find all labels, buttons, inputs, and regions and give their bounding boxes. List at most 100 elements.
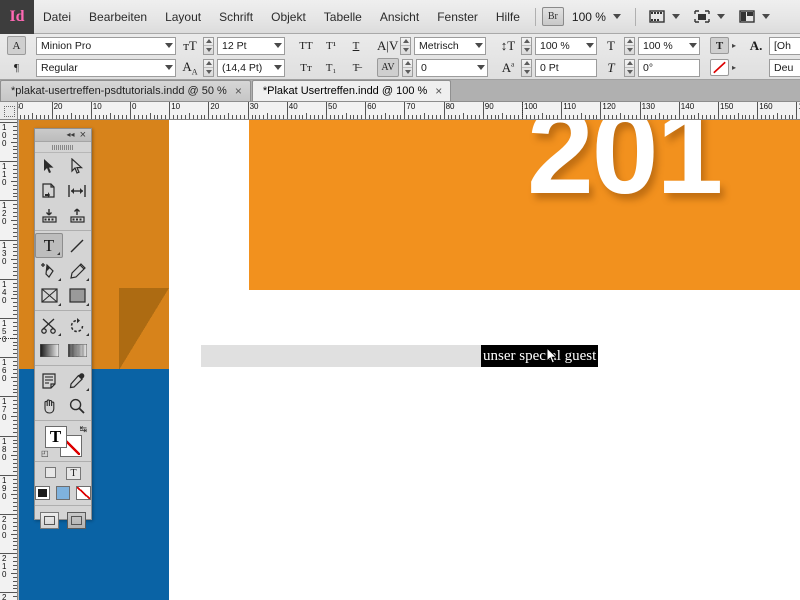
- close-icon[interactable]: ×: [435, 85, 442, 97]
- vertical-scale-input[interactable]: 100 %: [535, 37, 597, 55]
- apply-to-text-icon[interactable]: T: [66, 467, 81, 480]
- strikethrough-button[interactable]: T̶: [345, 58, 367, 77]
- leading-stepper[interactable]: [203, 59, 214, 77]
- subscript-button[interactable]: T₁: [320, 58, 342, 77]
- scissors-tool[interactable]: [35, 313, 63, 338]
- selection-tool[interactable]: [35, 153, 63, 178]
- chevron-down-icon[interactable]: [762, 14, 770, 19]
- chevron-down-icon[interactable]: [477, 65, 485, 70]
- close-icon[interactable]: ×: [235, 85, 242, 97]
- font-size-input[interactable]: 12 Pt: [217, 37, 285, 55]
- fill-stroke-swatches[interactable]: T ↹ ◰: [35, 423, 91, 459]
- font-size-stepper[interactable]: [203, 37, 214, 55]
- preview-mode-icon[interactable]: [67, 512, 86, 529]
- chevron-down-icon[interactable]: [274, 65, 282, 70]
- gradient-fill-icon[interactable]: [56, 486, 71, 500]
- horizontal-scale-stepper[interactable]: [624, 37, 635, 55]
- chevron-down-icon[interactable]: [274, 43, 282, 48]
- gradient-swatch-tool[interactable]: [35, 338, 63, 363]
- frame-tool[interactable]: [35, 283, 63, 308]
- zoom-tool[interactable]: [63, 393, 91, 418]
- hand-tool[interactable]: [35, 393, 63, 418]
- menu-tabelle[interactable]: Tabelle: [315, 0, 371, 34]
- tool-flyout-indicator[interactable]: [58, 333, 61, 336]
- font-style-select[interactable]: Regular: [36, 59, 176, 77]
- close-icon[interactable]: ×: [80, 130, 86, 141]
- tool-flyout-indicator[interactable]: [86, 303, 89, 306]
- menu-objekt[interactable]: Objekt: [262, 0, 315, 34]
- menu-layout[interactable]: Layout: [156, 0, 210, 34]
- bridge-button[interactable]: Br: [542, 7, 564, 26]
- tool-flyout-indicator[interactable]: [58, 278, 61, 281]
- eyedropper-tool[interactable]: [63, 368, 91, 393]
- chevron-right-icon[interactable]: ▸: [732, 63, 736, 72]
- skew-stepper[interactable]: [624, 59, 635, 77]
- screen-mode-button[interactable]: [642, 9, 687, 25]
- content-collector-tool[interactable]: [35, 203, 63, 228]
- document-tab-1[interactable]: *plakat-usertreffen-psdtutorials.indd @ …: [0, 80, 251, 101]
- stroke-color-swatch[interactable]: [710, 59, 729, 76]
- page-tool[interactable]: [35, 178, 63, 203]
- selected-text-run[interactable]: unser special guest: [481, 345, 598, 367]
- superscript-button[interactable]: T¹: [320, 36, 342, 55]
- document-tab-2[interactable]: *Plakat Usertreffen.indd @ 100 % ×: [252, 80, 451, 101]
- artwork-year-text[interactable]: 201: [527, 120, 721, 212]
- color-fill-icon[interactable]: [35, 486, 50, 500]
- chevron-right-icon[interactable]: ▸: [732, 41, 736, 50]
- normal-view-mode-icon[interactable]: [40, 512, 59, 529]
- character-formatting-button[interactable]: A: [7, 36, 26, 55]
- kerning-stepper[interactable]: [400, 37, 411, 55]
- apply-to-container-icon[interactable]: [45, 467, 56, 478]
- gradient-feather-tool[interactable]: [63, 338, 91, 363]
- menu-bearbeiten[interactable]: Bearbeiten: [80, 0, 156, 34]
- ruler-origin-button[interactable]: [0, 102, 18, 120]
- pencil-tool[interactable]: [63, 258, 91, 283]
- note-tool[interactable]: [35, 368, 63, 393]
- default-fill-stroke-icon[interactable]: ◰: [41, 449, 49, 458]
- small-caps-button[interactable]: Tт: [295, 58, 317, 77]
- free-transform-tool[interactable]: [63, 313, 91, 338]
- menu-datei[interactable]: Datei: [34, 0, 80, 34]
- document-canvas[interactable]: 201 unser special guest: [19, 120, 800, 600]
- chevron-down-icon[interactable]: [672, 14, 680, 19]
- language-select[interactable]: Deu: [769, 59, 800, 77]
- vertical-ruler[interactable]: 1001101201301401501601701801902002102: [0, 120, 18, 600]
- chevron-down-icon[interactable]: [165, 65, 173, 70]
- menu-schrift[interactable]: Schrift: [210, 0, 262, 34]
- horizontal-scale-input[interactable]: 100 %: [638, 37, 700, 55]
- gap-tool[interactable]: [63, 178, 91, 203]
- vertical-scale-stepper[interactable]: [521, 37, 532, 55]
- menu-fenster[interactable]: Fenster: [428, 0, 487, 34]
- tools-panel-grip[interactable]: [35, 142, 91, 153]
- collapse-icon[interactable]: ◂◂: [67, 131, 75, 139]
- tool-flyout-indicator[interactable]: [86, 333, 89, 336]
- tracking-stepper[interactable]: [402, 59, 413, 77]
- chevron-down-icon[interactable]: [165, 43, 173, 48]
- menu-ansicht[interactable]: Ansicht: [371, 0, 428, 34]
- leading-input[interactable]: (14,4 Pt): [217, 59, 285, 77]
- type-tool[interactable]: T: [35, 233, 63, 258]
- chevron-down-icon[interactable]: [586, 43, 594, 48]
- swap-fill-stroke-icon[interactable]: ↹: [79, 424, 87, 435]
- direct-selection-tool[interactable]: [63, 153, 91, 178]
- object-style-select[interactable]: [Oh: [769, 37, 800, 55]
- layout-mode-button[interactable]: [687, 9, 732, 25]
- skew-input[interactable]: 0°: [638, 59, 700, 77]
- chevron-down-icon[interactable]: [689, 43, 697, 48]
- chevron-down-icon[interactable]: [717, 14, 725, 19]
- paragraph-formatting-button[interactable]: ¶: [7, 58, 26, 77]
- fill-color-swatch[interactable]: T: [710, 37, 729, 54]
- zoom-level-control[interactable]: 100 %: [564, 10, 629, 24]
- tracking-select[interactable]: 0: [416, 59, 488, 77]
- horizontal-ruler[interactable]: 3020100102030405060708090100110120130140…: [18, 102, 800, 120]
- underline-button[interactable]: T: [345, 36, 367, 55]
- baseline-shift-stepper[interactable]: [521, 59, 532, 77]
- rectangle-tool[interactable]: [63, 283, 91, 308]
- tool-flyout-indicator[interactable]: [86, 388, 89, 391]
- content-placer-tool[interactable]: [63, 203, 91, 228]
- kerning-select[interactable]: Metrisch: [414, 37, 486, 55]
- fill-swatch[interactable]: T: [45, 426, 67, 448]
- tool-flyout-indicator[interactable]: [57, 252, 60, 255]
- workspace-switcher-button[interactable]: [732, 9, 777, 25]
- line-tool[interactable]: [63, 233, 91, 258]
